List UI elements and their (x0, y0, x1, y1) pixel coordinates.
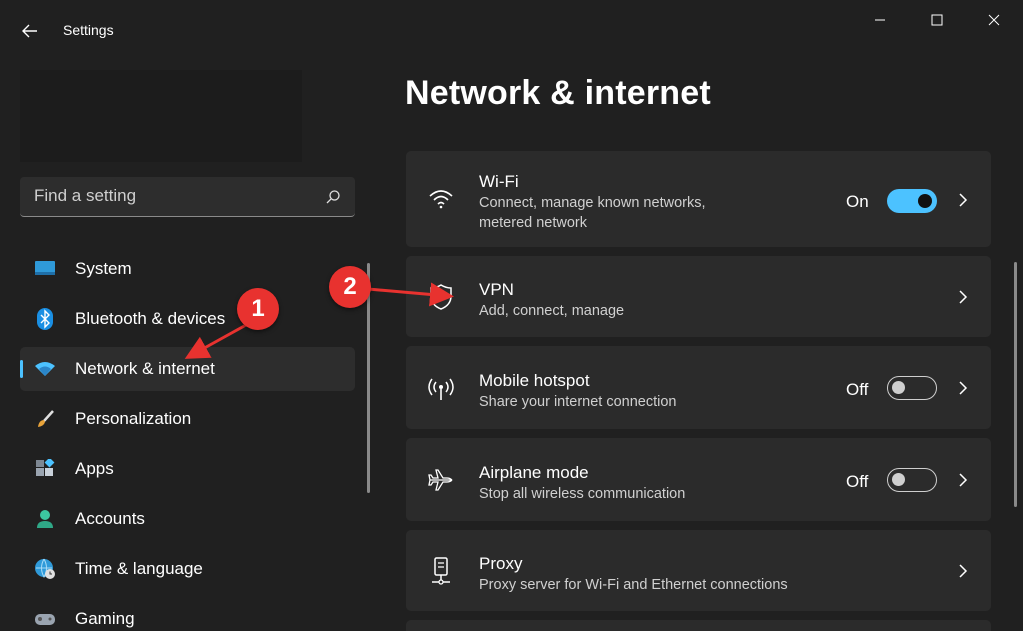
card-subtitle: Connect, manage known networks, metered … (479, 195, 706, 231)
sidebar-item-system[interactable]: System (20, 247, 355, 291)
globe-clock-icon (34, 558, 56, 580)
airplane-mode-card[interactable]: Airplane mode Stop all wireless communic… (406, 438, 991, 521)
bluetooth-icon (34, 308, 56, 330)
hotspot-icon (426, 374, 456, 404)
main-scrollbar[interactable] (1014, 262, 1017, 507)
minimize-button[interactable] (860, 8, 900, 32)
card-title: Wi-Fi (479, 172, 519, 191)
back-arrow-icon[interactable] (18, 20, 42, 42)
mobile-hotspot-toggle[interactable] (887, 376, 937, 400)
toggle-state-label: Off (846, 380, 869, 399)
card-title: VPN (479, 280, 514, 299)
proxy-icon (426, 556, 456, 586)
card-subtitle: Add, connect, manage (479, 303, 625, 319)
toggle-state-label: On (846, 192, 869, 211)
sidebar-item-bluetooth[interactable]: Bluetooth & devices (20, 297, 355, 341)
search-input[interactable] (34, 177, 314, 215)
shield-icon (426, 282, 456, 312)
sidebar-item-time-language[interactable]: Time & language (20, 547, 355, 591)
card-title: Airplane mode (479, 463, 589, 482)
chevron-right-icon[interactable] (955, 289, 971, 305)
page-title: Network & internet (405, 74, 711, 112)
account-profile-area[interactable] (20, 70, 302, 162)
chevron-right-icon[interactable] (955, 563, 971, 579)
sidebar-item-label: System (75, 259, 132, 278)
airplane-mode-toggle[interactable] (887, 468, 937, 492)
toggle-state-label: Off (846, 472, 869, 491)
card-subtitle: Proxy server for Wi-Fi and Ethernet conn… (479, 577, 788, 593)
apps-icon (34, 458, 56, 480)
wifi-toggle[interactable] (887, 189, 937, 213)
brush-icon (34, 408, 56, 430)
search-box[interactable] (20, 177, 355, 217)
chevron-right-icon[interactable] (955, 472, 971, 488)
sidebar-item-label: Network & internet (75, 359, 215, 378)
mobile-hotspot-card[interactable]: Mobile hotspot Share your internet conne… (406, 346, 991, 429)
maximize-button[interactable] (917, 8, 957, 32)
chevron-right-icon[interactable] (955, 380, 971, 396)
toggle-knob (918, 194, 932, 208)
person-icon (34, 508, 56, 530)
sidebar-item-accounts[interactable]: Accounts (20, 497, 355, 541)
sidebar-item-label: Apps (75, 459, 114, 478)
close-button[interactable] (974, 8, 1014, 32)
card-subtitle: Stop all wireless communication (479, 486, 686, 502)
sidebar-item-label: Accounts (75, 509, 145, 528)
monitor-icon (34, 258, 56, 280)
card-title: Proxy (479, 554, 523, 573)
vpn-card[interactable]: VPN Add, connect, manage (406, 256, 991, 337)
sidebar-item-label: Personalization (75, 409, 192, 428)
proxy-card[interactable]: Proxy Proxy server for Wi-Fi and Etherne… (406, 530, 991, 611)
sidebar-nav: System Bluetooth & devices Network & int… (20, 247, 355, 631)
toggle-knob (892, 473, 905, 486)
search-icon[interactable] (325, 189, 341, 205)
wifi-icon (34, 358, 56, 380)
wifi-card[interactable]: Wi-Fi Connect, manage known networks, me… (406, 151, 991, 247)
toggle-knob (892, 381, 905, 394)
annotation-marker-1: 1 (237, 288, 279, 330)
sidebar-item-label: Gaming (75, 609, 135, 628)
sidebar-item-gaming[interactable]: Gaming (20, 597, 355, 631)
sidebar-item-label: Time & language (75, 559, 203, 578)
sidebar-item-label: Bluetooth & devices (75, 309, 226, 328)
card-subtitle: Share your internet connection (479, 394, 677, 410)
annotation-marker-2: 2 (329, 266, 371, 308)
gamepad-icon (34, 608, 56, 630)
app-title: Settings (63, 22, 114, 38)
sidebar-item-apps[interactable]: Apps (20, 447, 355, 491)
wifi-icon (426, 184, 456, 214)
active-indicator (20, 360, 23, 378)
title-bar: Settings (0, 0, 1023, 60)
airplane-icon (426, 465, 456, 495)
next-card-partial[interactable] (406, 620, 991, 631)
sidebar-item-network[interactable]: Network & internet (20, 347, 355, 391)
card-title: Mobile hotspot (479, 371, 590, 390)
sidebar-item-personalization[interactable]: Personalization (20, 397, 355, 441)
chevron-right-icon[interactable] (955, 192, 971, 208)
